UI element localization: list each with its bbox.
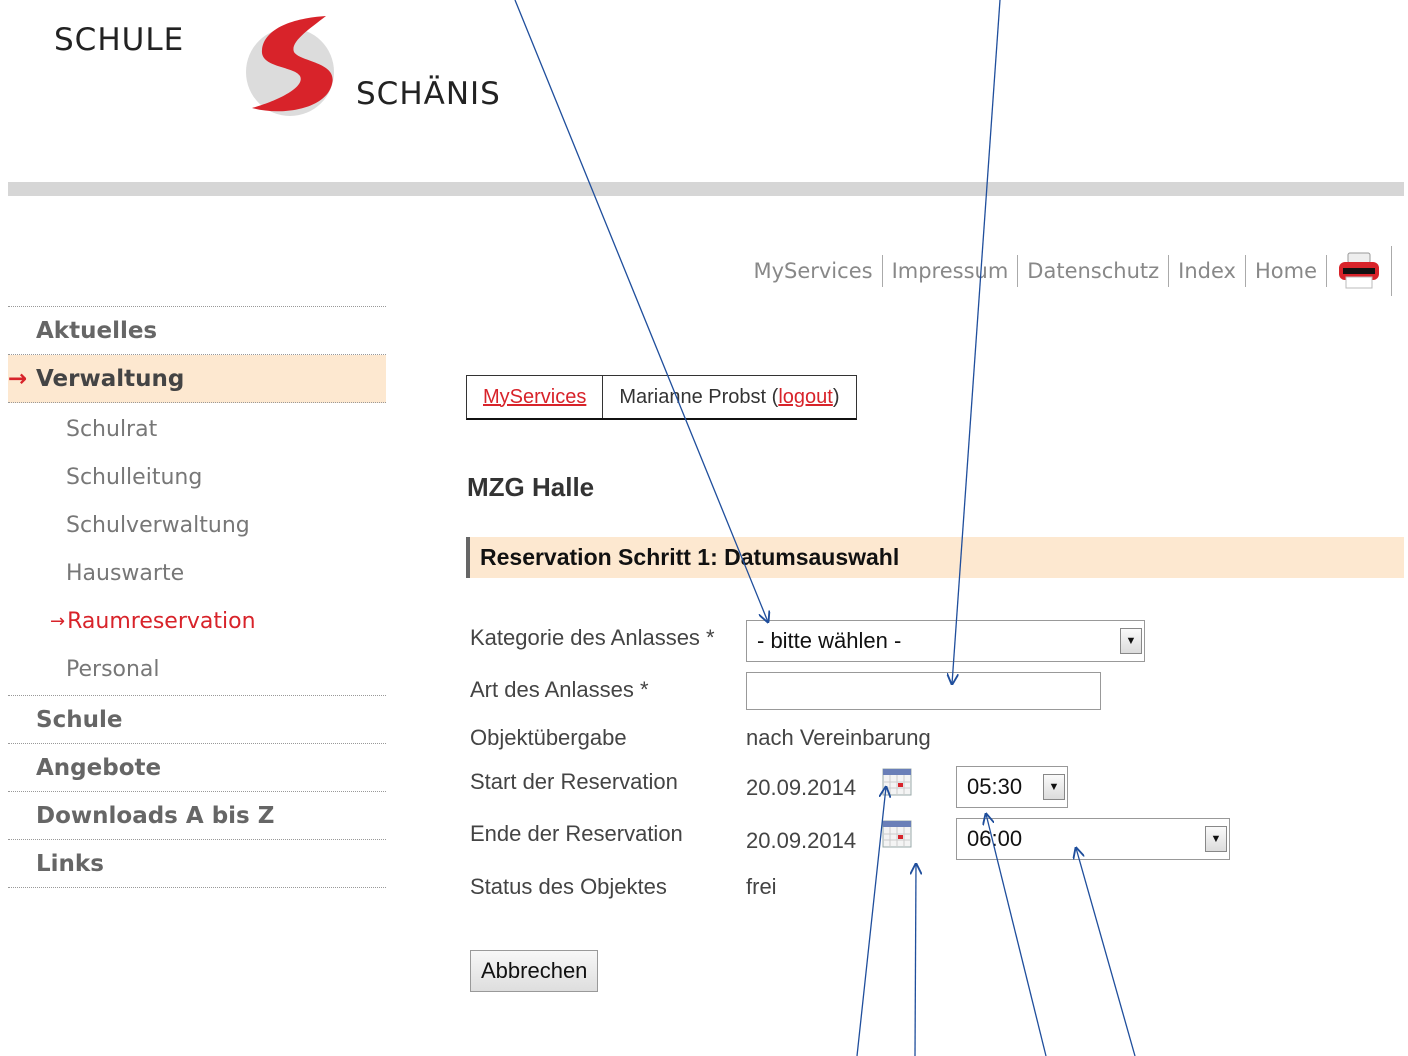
art-input[interactable] <box>746 672 1101 710</box>
status-label: Status des Objektes <box>470 874 667 899</box>
kategorie-label: Kategorie des Anlasses * <box>470 625 715 650</box>
start-label: Start der Reservation <box>470 769 678 794</box>
sidebar-subitem-personal[interactable]: Personal <box>8 645 386 693</box>
start-date: 20.09.2014 <box>746 775 857 800</box>
chevron-down-icon[interactable]: ▼ <box>1205 826 1227 852</box>
ende-date: 20.09.2014 <box>746 828 857 853</box>
sidebar-submenu: Schulrat Schulleitung Schulverwaltung Ha… <box>8 403 386 696</box>
cancel-button[interactable]: Abbrechen <box>470 950 599 992</box>
sidebar-item-label: Aktuelles <box>36 317 158 344</box>
art-label: Art des Anlasses * <box>470 677 649 702</box>
annotation-arrow <box>915 864 916 1056</box>
annotation-arrow <box>952 0 1001 684</box>
service-tab-myservices: MyServices <box>467 376 602 418</box>
ende-time-select[interactable]: 06:00 ▼ <box>956 818 1230 860</box>
sidebar-item-label: Links <box>36 850 104 877</box>
start-time-value: 05:30 <box>967 774 1023 799</box>
sidebar-nav: Aktuelles → Verwaltung Schulrat Schullei… <box>8 306 386 888</box>
page-title: MZG Halle <box>467 472 595 502</box>
active-arrow-icon: → <box>8 365 28 392</box>
user-info: Marianne Probst (logout) <box>602 376 855 418</box>
sidebar-item-label: Schule <box>36 706 123 733</box>
start-calendar-icon[interactable] <box>882 768 912 796</box>
school-logo[interactable]: SCHULE SCHÄNIS <box>50 10 570 130</box>
chevron-down-icon[interactable]: ▼ <box>1043 774 1065 800</box>
step-header: Reservation Schritt 1: Datumsauswahl <box>466 537 1404 578</box>
myservices-link[interactable]: MyServices <box>483 386 586 409</box>
ende-calendar-icon[interactable] <box>882 820 912 848</box>
toplink-impressum[interactable]: Impressum <box>883 255 1019 287</box>
header-divider-band <box>8 182 1404 196</box>
print-button[interactable] <box>1327 246 1392 296</box>
user-name: Marianne Probst ( <box>619 385 779 408</box>
active-arrow-icon: → <box>50 610 66 632</box>
sidebar-subitem-label: Raumreservation <box>67 608 256 634</box>
objektuebergabe-label: Objektübergabe <box>470 725 627 750</box>
start-time-select[interactable]: 05:30 ▼ <box>956 766 1068 808</box>
status-value: frei <box>746 874 777 899</box>
sidebar-item-angebote[interactable]: Angebote <box>8 744 386 792</box>
sidebar-subitem-schulverwaltung[interactable]: Schulverwaltung <box>8 501 386 549</box>
service-bar: MyServices Marianne Probst (logout) <box>466 375 857 420</box>
sidebar-item-label: Verwaltung <box>36 365 185 392</box>
printer-icon <box>1339 252 1379 289</box>
kategorie-select-value: - bitte wählen - <box>757 628 902 653</box>
toplink-myservices[interactable]: MyServices <box>744 255 883 287</box>
sidebar-item-aktuelles[interactable]: Aktuelles <box>8 307 386 355</box>
logo-text-schaenis: SCHÄNIS <box>356 76 501 112</box>
toplink-datenschutz[interactable]: Datenschutz <box>1018 255 1170 287</box>
toplink-home[interactable]: Home <box>1246 255 1327 287</box>
chevron-down-icon[interactable]: ▼ <box>1120 628 1142 654</box>
sidebar-item-schule[interactable]: Schule <box>8 696 386 744</box>
kategorie-select[interactable]: - bitte wählen - ▼ <box>746 620 1145 662</box>
logo-text-schule: SCHULE <box>54 22 185 58</box>
objektuebergabe-value: nach Vereinbarung <box>746 725 931 750</box>
toplink-index[interactable]: Index <box>1169 255 1246 287</box>
top-links: MyServices Impressum Datenschutz Index H… <box>744 246 1392 296</box>
step-title: Reservation Schritt 1: Datumsauswahl <box>480 544 900 570</box>
annotation-arrow <box>1076 848 1136 1056</box>
sidebar-subitem-schulleitung[interactable]: Schulleitung <box>8 453 386 501</box>
sidebar-item-links[interactable]: Links <box>8 840 386 888</box>
sidebar-item-label: Downloads A bis Z <box>36 802 275 829</box>
sidebar-subitem-raumreservation[interactable]: → Raumreservation <box>8 597 386 645</box>
logout-link[interactable]: logout <box>778 386 833 409</box>
sidebar-item-downloads[interactable]: Downloads A bis Z <box>8 792 386 840</box>
sidebar-subitem-hauswarte[interactable]: Hauswarte <box>8 549 386 597</box>
ende-time-value: 06:00 <box>967 826 1023 851</box>
sidebar-item-label: Angebote <box>36 754 162 781</box>
sidebar-subitem-schulrat[interactable]: Schulrat <box>8 405 386 453</box>
ende-label: Ende der Reservation <box>470 821 683 846</box>
sidebar-item-verwaltung[interactable]: → Verwaltung <box>8 355 386 403</box>
logo-s-mark-icon <box>246 16 334 116</box>
user-info-close-paren: ) <box>832 385 840 408</box>
